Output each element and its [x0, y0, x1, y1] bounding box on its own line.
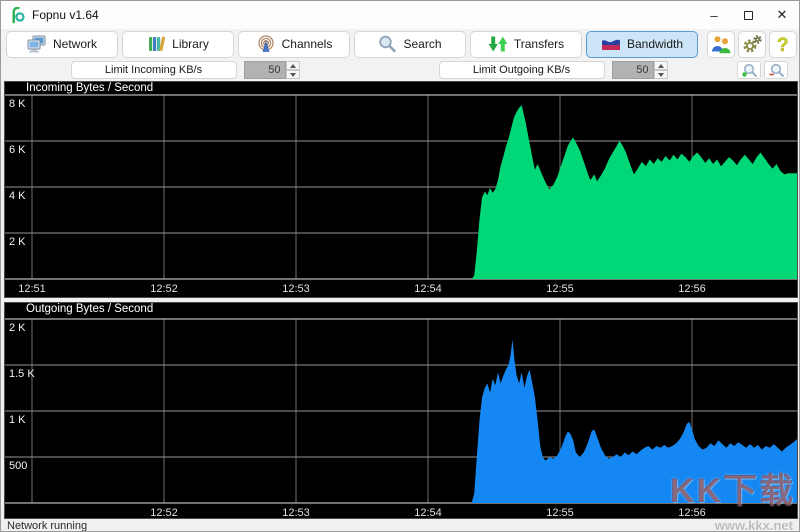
svg-text:2 K: 2 K [9, 236, 26, 248]
svg-text:12:53: 12:53 [282, 507, 310, 518]
network-status: Network running [7, 520, 87, 532]
svg-text:500: 500 [9, 460, 27, 472]
svg-text:12:55: 12:55 [546, 507, 574, 518]
zoom-out-button[interactable] [764, 61, 788, 79]
search-button[interactable]: Search [354, 31, 466, 58]
kkx-watermark: KK下载 [670, 463, 795, 512]
library-icon [147, 35, 166, 53]
outgoing-decrement-button[interactable] [654, 70, 668, 79]
status-bar: Network running www.kkx.net [1, 519, 799, 532]
outgoing-chart-title: Outgoing Bytes / Second [26, 303, 153, 315]
svg-text:6 K: 6 K [9, 144, 26, 156]
svg-text:8 K: 8 K [9, 98, 26, 110]
magnifier-minus-icon [768, 63, 785, 78]
main-toolbar: Network Library Channels [1, 29, 799, 59]
network-icon [27, 35, 47, 53]
help-icon: ? [775, 34, 791, 54]
transfers-label: Transfers [514, 37, 564, 51]
users-button[interactable] [707, 31, 735, 58]
transfers-button[interactable]: Transfers [470, 31, 582, 58]
title-bar: Fopnu v1.64 – ✕ [1, 1, 799, 29]
limit-outgoing-button[interactable]: Limit Outgoing KB/s [439, 61, 605, 79]
limit-incoming-button[interactable]: Limit Incoming KB/s [71, 61, 237, 79]
incoming-decrement-button[interactable] [286, 70, 300, 79]
up-arrow-icon [658, 64, 664, 68]
maximize-button[interactable] [731, 1, 765, 29]
help-button[interactable]: ? [769, 31, 797, 58]
outgoing-increment-button[interactable] [654, 61, 668, 70]
users-icon [711, 35, 732, 54]
fopnu-window: Fopnu v1.64 – ✕ Network [0, 0, 800, 532]
svg-text:?: ? [777, 35, 789, 54]
svg-text:12:55: 12:55 [546, 283, 574, 295]
down-arrow-icon [290, 73, 296, 77]
bandwidth-button[interactable]: Bandwidth [586, 31, 698, 58]
settings-button[interactable] [738, 31, 766, 58]
zoom-in-button[interactable] [737, 61, 761, 79]
svg-text:1 K: 1 K [9, 414, 26, 426]
kkx-url-watermark: www.kkx.net [715, 518, 793, 532]
channels-label: Channels [282, 37, 333, 51]
outgoing-limit-value[interactable]: 50 [612, 61, 654, 79]
svg-text:12:56: 12:56 [678, 283, 706, 295]
svg-text:1.5 K: 1.5 K [9, 368, 35, 380]
network-button[interactable]: Network [6, 31, 118, 58]
outgoing-chart-panel: 2 K1.5 K1 K50012:5212:5312:5412:5512:56 … [4, 302, 798, 519]
svg-text:12:52: 12:52 [150, 283, 178, 295]
library-label: Library [172, 37, 209, 51]
transfers-icon [488, 35, 508, 53]
search-label: Search [403, 37, 441, 51]
incoming-limit-value[interactable]: 50 [244, 61, 286, 79]
svg-text:12:54: 12:54 [414, 507, 442, 518]
incoming-limit-spinner: 50 [244, 61, 300, 79]
magnifier-plus-icon [741, 63, 758, 78]
svg-text:12:51: 12:51 [18, 283, 46, 295]
channels-button[interactable]: Channels [238, 31, 350, 58]
limits-toolbar: Limit Incoming KB/s 50 Limit Outgoing KB… [1, 59, 799, 81]
close-button[interactable]: ✕ [765, 1, 799, 29]
gears-icon [742, 35, 763, 54]
svg-text:4 K: 4 K [9, 190, 26, 202]
minimize-button[interactable]: – [697, 1, 731, 29]
outgoing-limit-spinner: 50 [612, 61, 668, 79]
svg-text:2 K: 2 K [9, 322, 26, 334]
svg-text:12:52: 12:52 [150, 507, 178, 518]
search-icon [378, 35, 397, 53]
up-arrow-icon [290, 64, 296, 68]
bandwidth-label: Bandwidth [627, 37, 683, 51]
incoming-chart-panel: 8 K 6 K 4 K 2 K 12:51 12:52 12:53 12:54 12:55 12:… [4, 81, 798, 298]
network-label: Network [53, 37, 97, 51]
incoming-increment-button[interactable] [286, 61, 300, 70]
library-button[interactable]: Library [122, 31, 234, 58]
channels-icon [256, 35, 276, 53]
down-arrow-icon [658, 73, 664, 77]
maximize-icon [744, 11, 753, 20]
fopnu-logo-icon [9, 7, 26, 24]
svg-text:12:54: 12:54 [414, 283, 442, 295]
svg-text:12:53: 12:53 [282, 283, 310, 295]
window-title: Fopnu v1.64 [32, 8, 99, 22]
bandwidth-icon [601, 37, 621, 51]
incoming-chart-title: Incoming Bytes / Second [26, 82, 153, 94]
incoming-chart: 8 K 6 K 4 K 2 K 12:51 12:52 12:53 12:54 12:55 12:… [5, 82, 797, 297]
